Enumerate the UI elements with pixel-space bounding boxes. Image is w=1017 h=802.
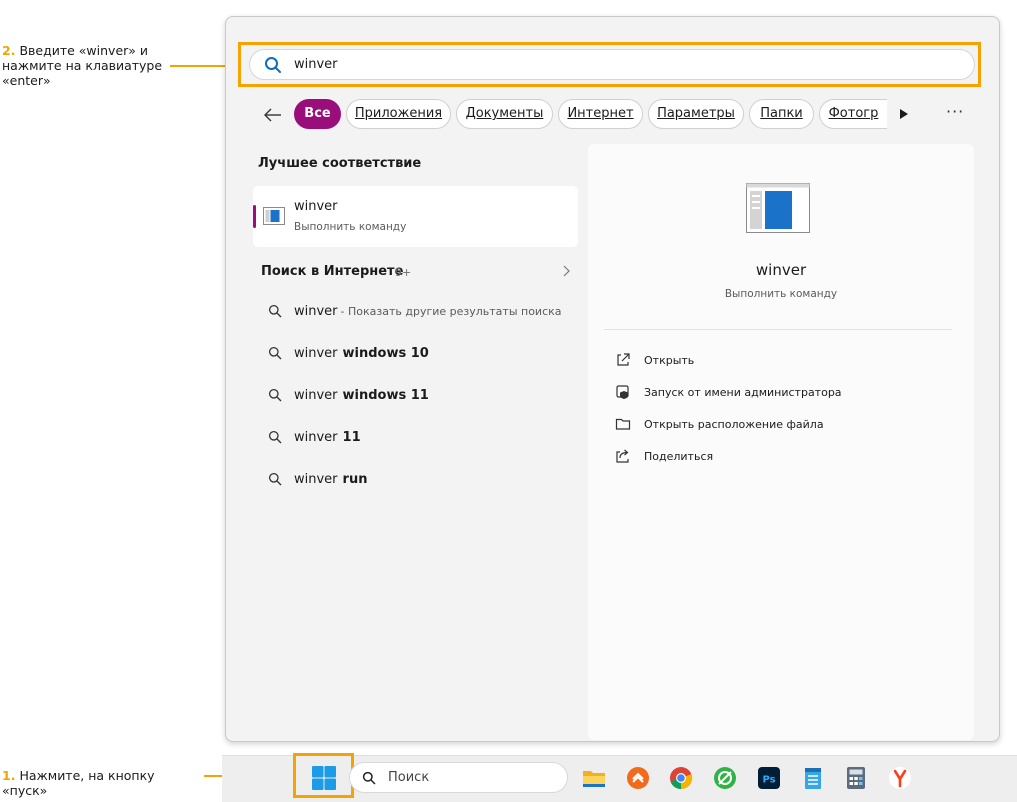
filter-chip-documents[interactable]: Документы <box>456 99 553 129</box>
detail-divider <box>604 329 952 330</box>
more-filters-arrow-icon[interactable] <box>898 108 910 120</box>
best-match-result[interactable] <box>253 186 578 247</box>
filter-chip-photos[interactable]: Фотогр <box>819 99 887 129</box>
web-search-title: Поиск в Интернете <box>261 264 404 279</box>
web-suggestion-1[interactable]: winver - Показать другие результаты поис… <box>268 301 562 321</box>
search-icon <box>268 430 282 444</box>
chrome-icon[interactable] <box>668 765 694 791</box>
web-suggestion-3[interactable]: winver windows 11 <box>268 385 429 405</box>
suggestion-bold: windows 10 <box>342 345 429 361</box>
action-open-file-location[interactable]: Открыть расположение файла <box>615 415 824 433</box>
more-options-icon[interactable]: ··· <box>946 104 964 120</box>
action-label: Открыть <box>644 353 695 367</box>
search-icon <box>362 771 376 785</box>
annotation-step-2: 2. Введите «winver» и нажмите на клавиат… <box>2 43 170 88</box>
best-match-subtitle: Выполнить команду <box>294 221 407 233</box>
open-external-icon <box>617 353 630 366</box>
filter-chip-apps[interactable]: Приложения <box>346 99 451 129</box>
search-icon <box>268 472 282 486</box>
web-search-count: 9+ <box>395 266 412 279</box>
winver-app-icon <box>263 207 285 225</box>
annotation-step-2-pointer <box>170 65 227 67</box>
annotation-step-2-number: 2. <box>2 43 16 58</box>
action-label: Открыть расположение файла <box>644 417 824 431</box>
search-icon <box>268 304 282 318</box>
calculator-icon[interactable] <box>843 765 869 791</box>
taskbar-search[interactable]: Поиск <box>349 762 568 793</box>
suggestion-text: winver <box>294 345 338 361</box>
suggestion-text: winver <box>294 387 338 403</box>
detail-pane <box>588 144 974 740</box>
action-open[interactable]: Открыть <box>615 351 694 369</box>
green-app-icon[interactable] <box>712 765 738 791</box>
web-suggestion-5[interactable]: winver run <box>268 469 367 489</box>
back-arrow-icon[interactable] <box>262 104 284 126</box>
selection-indicator <box>253 205 256 228</box>
suggestion-text: winver <box>294 303 338 319</box>
photoshop-icon[interactable]: Ps <box>756 765 782 791</box>
share-icon <box>616 449 629 463</box>
suggestion-text: winver <box>294 429 338 445</box>
suggestion-bold: run <box>342 471 368 487</box>
annotation-step-1-number: 1. <box>2 768 16 783</box>
folder-icon <box>615 418 631 430</box>
suggestion-extra: - Показать другие результаты поиска <box>340 304 562 318</box>
winver-app-icon <box>746 183 810 233</box>
taskbar-search-placeholder: Поиск <box>388 770 430 785</box>
orange-app-icon[interactable] <box>625 765 651 791</box>
shield-admin-icon <box>616 385 629 399</box>
search-icon <box>265 56 281 73</box>
windows-start-icon[interactable] <box>310 764 338 792</box>
file-explorer-icon[interactable] <box>581 765 607 791</box>
notepad-icon[interactable] <box>800 765 826 791</box>
action-label: Поделиться <box>644 449 714 463</box>
annotation-step-1: 1. Нажмите, на кнопку «пуск» <box>2 768 202 798</box>
action-run-as-admin[interactable]: Запуск от имени администратора <box>615 383 842 401</box>
yandex-browser-icon[interactable] <box>887 765 913 791</box>
filter-chip-settings[interactable]: Параметры <box>648 99 744 129</box>
web-suggestion-2[interactable]: winver windows 10 <box>268 343 429 363</box>
detail-app-subtitle: Выполнить команду <box>724 288 838 300</box>
detail-app-name: winver <box>755 261 807 279</box>
annotation-step-2-line-1: Введите «winver» и <box>19 43 149 58</box>
filter-chip-folders[interactable]: Папки <box>749 99 814 129</box>
annotation-step-2-line-3: «enter» <box>2 73 51 88</box>
search-icon <box>268 346 282 360</box>
web-suggestion-4[interactable]: winver 11 <box>268 427 361 447</box>
best-match-title: Лучшее соответствие <box>258 156 422 171</box>
suggestion-bold: 11 <box>342 429 361 445</box>
suggestion-text: winver <box>294 471 338 487</box>
svg-text:Ps: Ps <box>762 775 775 786</box>
search-input[interactable] <box>292 56 896 73</box>
best-match-name: winver <box>294 199 338 214</box>
annotation-step-1-text: Нажмите, на кнопку «пуск» <box>2 768 155 798</box>
filter-chip-all[interactable]: Все <box>294 99 341 129</box>
suggestion-bold: windows 11 <box>342 387 429 403</box>
action-share[interactable]: Поделиться <box>615 447 713 465</box>
chevron-right-icon[interactable] <box>561 264 573 278</box>
annotation-step-2-line-2: нажмите на клавиатуре <box>2 58 163 73</box>
search-field[interactable] <box>249 49 975 80</box>
filter-chip-web[interactable]: Интернет <box>558 99 643 129</box>
search-icon <box>268 388 282 402</box>
action-label: Запуск от имени администратора <box>644 385 842 399</box>
